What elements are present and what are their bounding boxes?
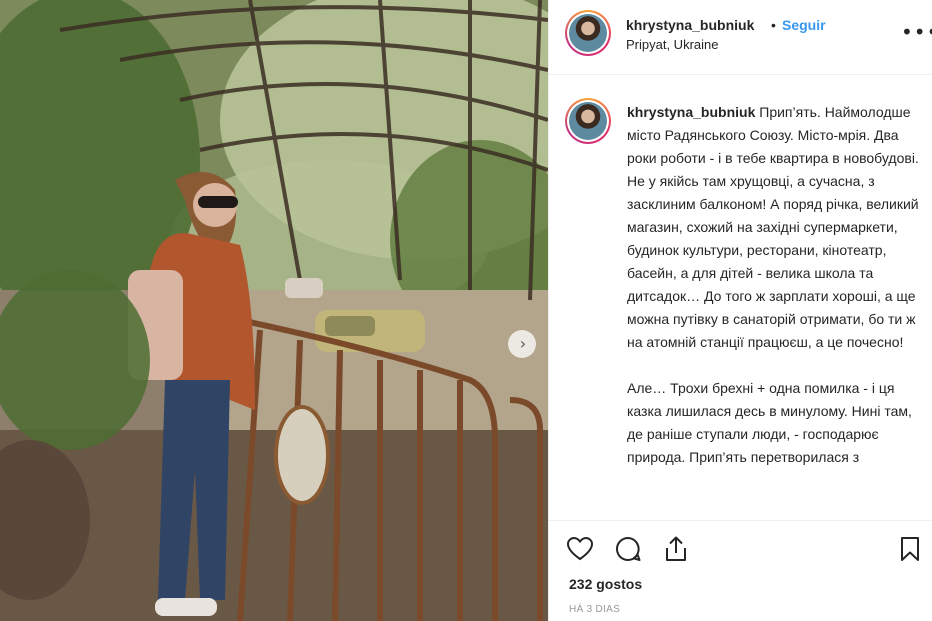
follow-button[interactable]: Seguir xyxy=(782,17,826,33)
separator-dot: • xyxy=(771,17,776,33)
post-timestamp[interactable]: HÁ 3 DIAS xyxy=(569,604,620,615)
heart-icon[interactable] xyxy=(565,534,595,564)
bookmark-icon[interactable] xyxy=(895,534,925,564)
profile-picture xyxy=(569,14,607,52)
more-options-icon[interactable]: ••• xyxy=(901,20,932,44)
location-link[interactable]: Pripyat, Ukraine xyxy=(626,37,718,52)
chevron-right-icon: › xyxy=(519,334,527,353)
next-image-button[interactable]: › xyxy=(508,330,536,358)
caption-text: khrystyna_bubniuk Прип’ять. Наймолодше м… xyxy=(627,101,919,469)
post-photo-graphic xyxy=(0,0,548,621)
avatar[interactable] xyxy=(565,10,611,56)
caption-section: khrystyna_bubniuk Прип’ять. Наймолодше м… xyxy=(549,76,932,520)
action-bar: 232 gostos HÁ 3 DIAS xyxy=(549,520,932,621)
caption-body: Прип’ять. Наймолодше місто Радянського С… xyxy=(627,104,919,465)
caption-avatar[interactable] xyxy=(565,98,611,144)
header-username[interactable]: khrystyna_bubniuk xyxy=(626,17,754,33)
comment-icon[interactable] xyxy=(613,534,643,564)
post-header: khrystyna_bubniuk • Seguir Pripyat, Ukra… xyxy=(549,0,932,75)
post-image[interactable]: › xyxy=(0,0,548,621)
share-icon[interactable] xyxy=(661,534,691,564)
post-side-panel: khrystyna_bubniuk • Seguir Pripyat, Ukra… xyxy=(548,0,932,621)
caption-username[interactable]: khrystyna_bubniuk xyxy=(627,104,755,120)
likes-count[interactable]: 232 gostos xyxy=(569,576,642,592)
profile-picture xyxy=(569,102,607,140)
